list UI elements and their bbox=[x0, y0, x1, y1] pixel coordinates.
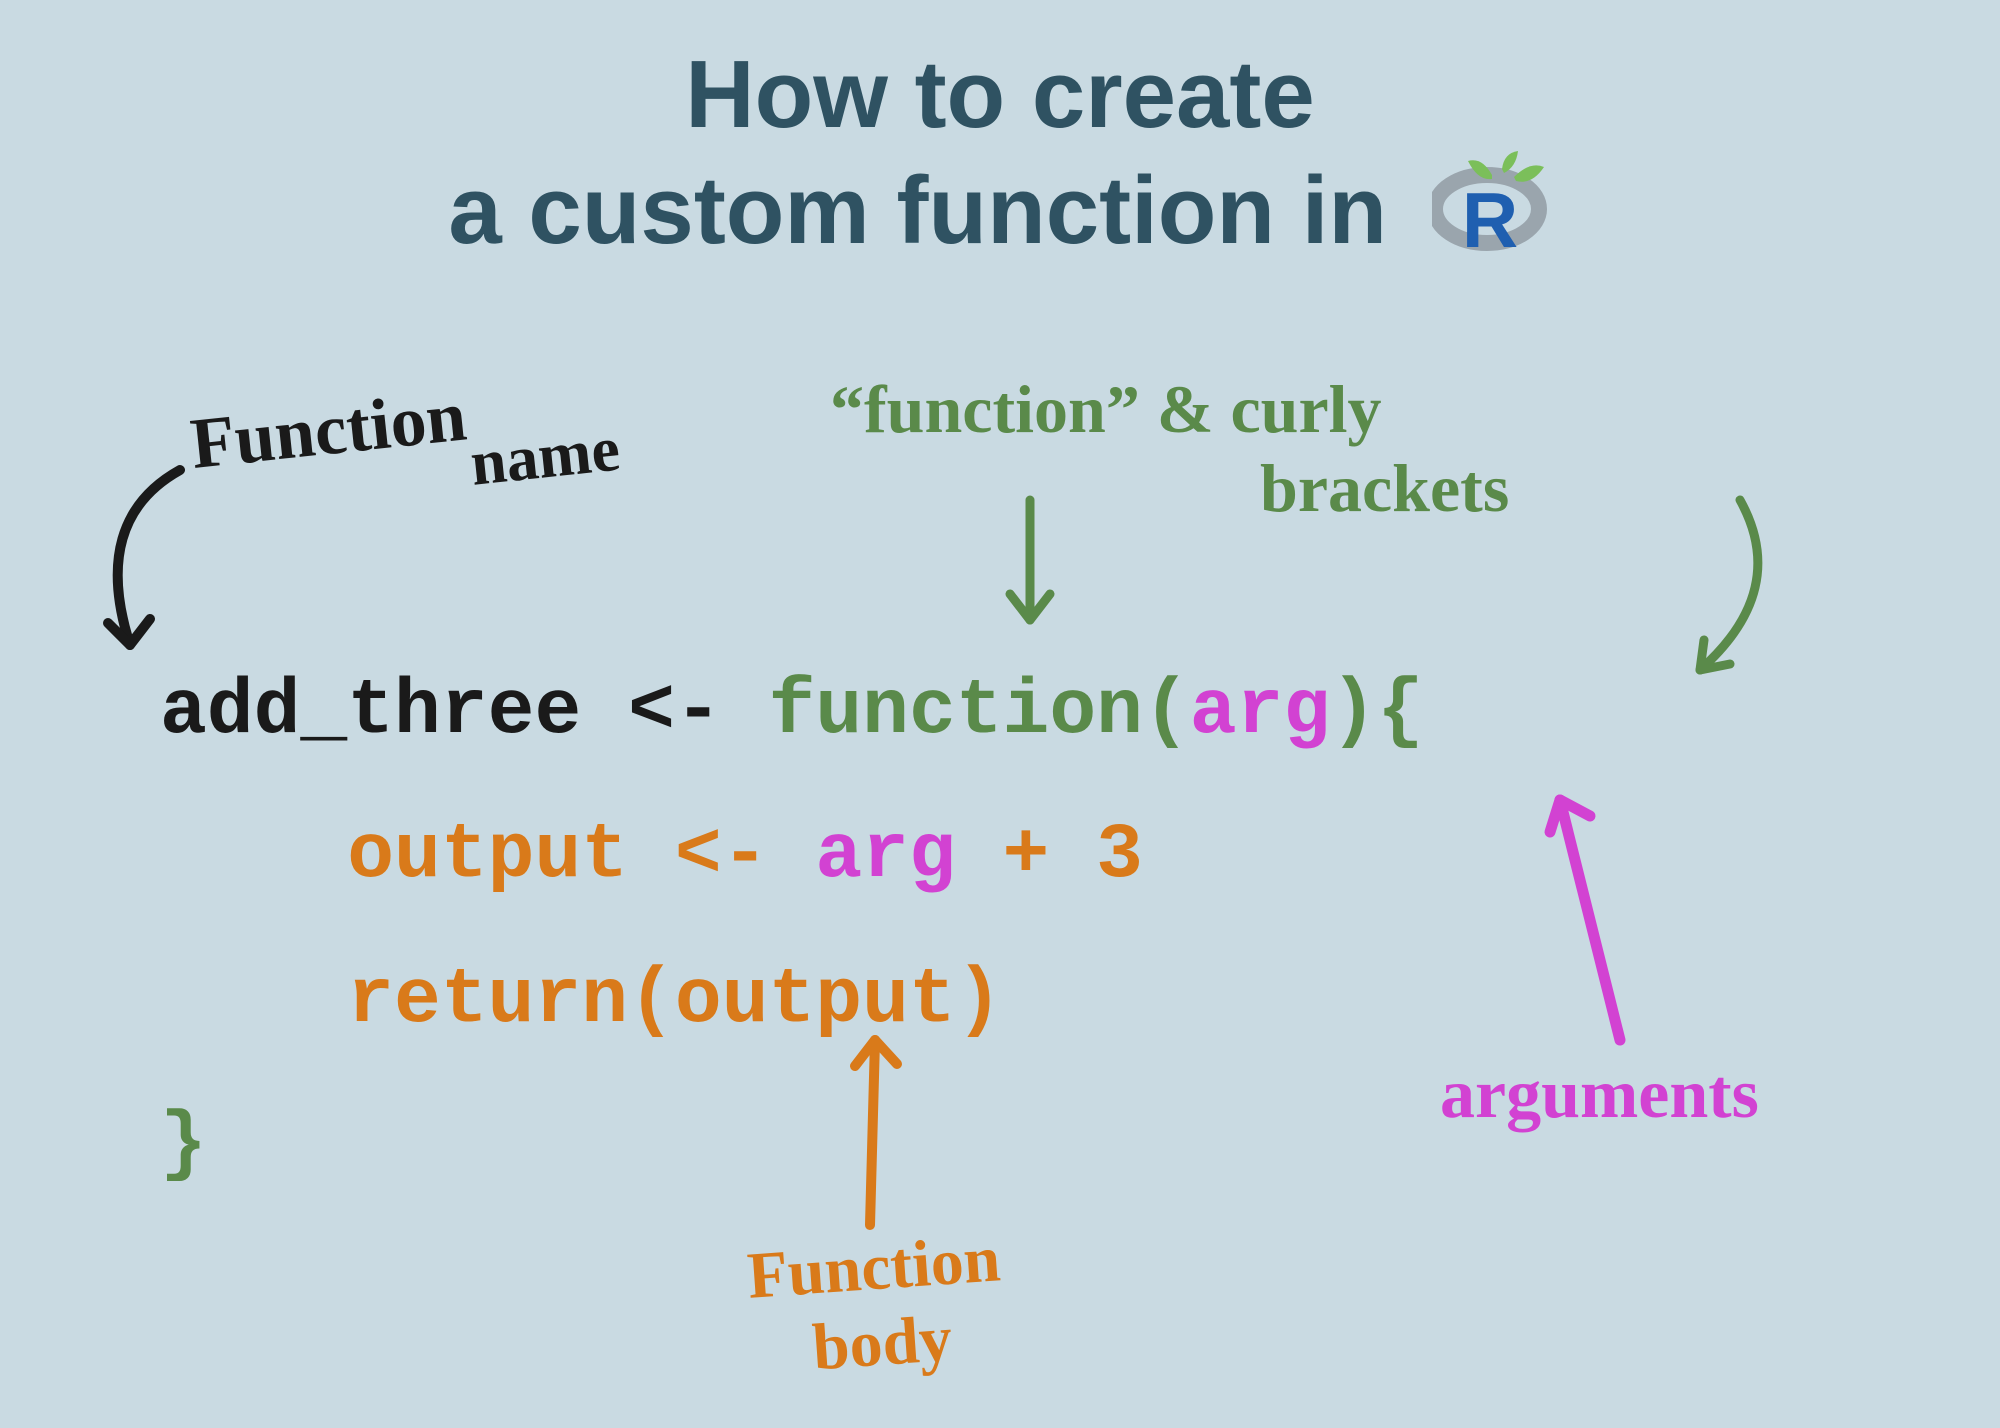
r-letter: R bbox=[1462, 176, 1518, 261]
code-keyword-function: function( bbox=[769, 668, 1190, 756]
page-title: How to create a custom function in R bbox=[0, 38, 2000, 286]
arrow-curly-brackets bbox=[1580, 490, 1800, 710]
arrow-function-keyword bbox=[990, 490, 1070, 660]
arrow-function-body bbox=[820, 1020, 940, 1250]
annotation-function-name-word2: name bbox=[467, 413, 623, 499]
code-body-line1b: + 3 bbox=[956, 812, 1143, 900]
code-indent-3 bbox=[160, 957, 347, 1045]
code-arg-decl: arg bbox=[1190, 668, 1330, 756]
title-line-1: How to create bbox=[685, 38, 1314, 151]
code-arg-use: arg bbox=[815, 812, 955, 900]
title-line-2: a custom function in bbox=[448, 154, 1387, 267]
code-block: add_three <- function(arg){ output <- ar… bbox=[160, 640, 1424, 1217]
annotation-function-keyword-line2: brackets bbox=[1260, 449, 1509, 528]
arrow-function-name bbox=[60, 460, 280, 700]
annotation-function-keyword-line1: “function” & curly bbox=[830, 371, 1382, 447]
code-open-brace: ){ bbox=[1330, 668, 1424, 756]
code-body-line1a: output <- bbox=[347, 812, 815, 900]
code-assign-op: <- bbox=[628, 668, 768, 756]
annotation-function-keyword: “function” & curly brackets bbox=[830, 370, 1509, 528]
code-indent-2 bbox=[160, 812, 347, 900]
diagram-root: { "title": { "line1": "How to create", "… bbox=[0, 0, 2000, 1428]
code-close-brace: } bbox=[160, 1101, 207, 1189]
arrow-arguments bbox=[1510, 770, 1670, 1070]
r-logo-icon: R bbox=[1432, 151, 1552, 285]
annotation-function-body-word2: body bbox=[810, 1302, 954, 1385]
